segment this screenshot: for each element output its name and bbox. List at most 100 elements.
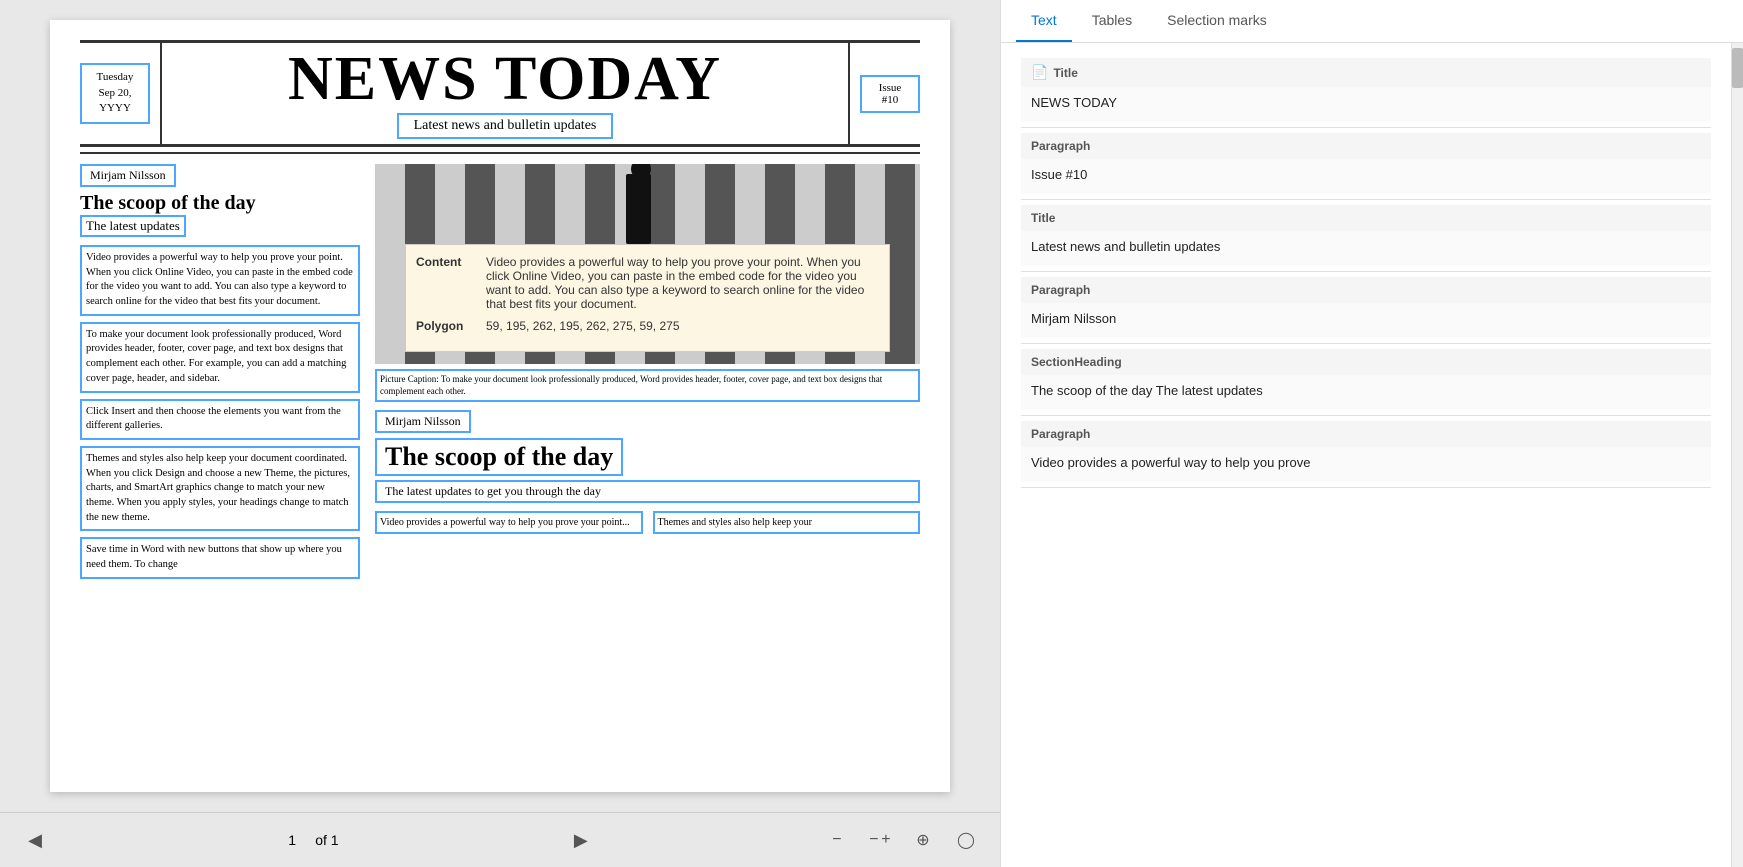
result-value-3: Mirjam Nilsson [1021,303,1711,338]
author1-text: Mirjam Nilsson [90,168,166,182]
panel-scroll[interactable]: 📄 Title NEWS TODAY Paragraph Issue #10 [1001,43,1731,867]
result-text-4: The scoop of the day The latest updates [1031,383,1263,398]
text-block1: Video provides a powerful way to help yo… [80,245,360,316]
author1-box: Mirjam Nilsson [80,164,176,187]
tab-tables-label: Tables [1092,12,1132,28]
tooltip-label2: Polygon [416,319,476,333]
title-center: NEWS TODAY Latest news and bulletin upda… [160,43,850,144]
issue-text: Issue#10 [879,82,902,106]
result-type-4: SectionHeading [1031,355,1122,369]
result-value-0: NEWS TODAY [1021,87,1711,122]
result-section-5: Paragraph Video provides a powerful way … [1021,421,1711,488]
text-block2-content: To make your document look professionall… [86,329,346,384]
tooltip-polygon-row: Polygon 59, 195, 262, 195, 262, 275, 59,… [416,319,879,333]
result-label-1: Paragraph [1021,133,1711,159]
result-section-1: Paragraph Issue #10 [1021,133,1711,200]
tooltip-value1: Video provides a powerful way to help yo… [486,255,879,311]
result-text-1: Issue #10 [1031,167,1087,182]
bottom-right-text: Themes and styles also help keep your [653,511,921,534]
page-info: of 1 [277,832,338,848]
next-page-button[interactable]: ▶ [566,825,596,855]
newspaper-title: NEWS TODAY [167,48,843,110]
tab-selection-marks[interactable]: Selection marks [1152,0,1282,42]
tab-tables[interactable]: Tables [1077,0,1147,42]
result-value-4: The scoop of the day The latest updates [1021,375,1711,410]
tooltip-popup: Content Video provides a powerful way to… [405,244,890,352]
result-value-2: Latest news and bulletin updates [1021,231,1711,266]
tab-text[interactable]: Text [1016,0,1072,42]
date-text: TuesdaySep 20,YYYY [97,71,134,114]
text-block4: Themes and styles also help keep your do… [80,446,360,531]
result-label-5: Paragraph [1021,421,1711,447]
tooltip-label1: Content [416,255,476,311]
text-block1-content: Video provides a powerful way to help yo… [86,252,353,307]
section-sub1: The latest updates [80,215,186,237]
text-block3: Click Insert and then choose the element… [80,399,360,440]
zoom-fit-button[interactable]: ⊕ [909,826,937,854]
tab-text-label: Text [1031,12,1057,28]
result-label-3: Paragraph [1021,277,1711,303]
issue-box: Issue#10 [860,75,920,113]
date-box: TuesdaySep 20,YYYY [80,63,150,123]
right-column: Content Video provides a powerful way to… [375,164,920,585]
zoom-in-button[interactable]: − + [866,826,894,854]
text-block2: To make your document look professionall… [80,322,360,393]
result-type-1: Paragraph [1031,139,1090,153]
right-panel: Text Tables Selection marks 📄 Title NEWS… [1000,0,1743,867]
scrollbar-thumb[interactable] [1732,48,1743,88]
result-text-0: NEWS TODAY [1031,95,1117,110]
result-value-1: Issue #10 [1021,159,1711,194]
panel-right-scroll: 📄 Title NEWS TODAY Paragraph Issue #10 [1001,43,1743,867]
bottom-right-content: Themes and styles also help keep your [658,517,812,528]
result-label-0: 📄 Title [1021,58,1711,87]
content-area: Mirjam Nilsson The scoop of the day The … [80,164,920,585]
text-block4-content: Themes and styles also help keep your do… [86,453,350,523]
result-label-2: Title [1021,205,1711,231]
doc-icon-0: 📄 [1031,64,1048,81]
bottom-left-content: Video provides a powerful way to help yo… [380,517,630,528]
result-type-2: Title [1031,211,1055,225]
result-type-5: Paragraph [1031,427,1090,441]
result-section-2: Title Latest news and bulletin updates [1021,205,1711,272]
tooltip-content-row: Content Video provides a powerful way to… [416,255,879,311]
document-scroll[interactable]: TuesdaySep 20,YYYY NEWS TODAY Latest new… [0,0,1000,812]
section-sub2: The latest updates to get you through th… [375,480,920,503]
bottom-left-text: Video provides a powerful way to help yo… [375,511,643,534]
text-block5: Save time in Word with new buttons that … [80,537,360,578]
author2-text: Mirjam Nilsson [385,414,461,428]
person-legs [626,174,651,244]
picture-caption: Picture Caption: To make your document l… [375,369,920,402]
result-text-5: Video provides a powerful way to help yo… [1031,455,1310,470]
result-value-5: Video provides a powerful way to help yo… [1021,447,1711,482]
zoom-out-button[interactable]: − [823,826,851,854]
zoom-controls: − − + ⊕ ◯ [823,826,980,854]
image-area: Content Video provides a powerful way to… [375,164,920,364]
author2-box: Mirjam Nilsson [375,410,471,433]
result-type-3: Paragraph [1031,283,1090,297]
left-column: Mirjam Nilsson The scoop of the day The … [80,164,360,585]
result-section-3: Paragraph Mirjam Nilsson [1021,277,1711,344]
result-text-2: Latest news and bulletin updates [1031,239,1220,254]
tooltip-value2: 59, 195, 262, 195, 262, 275, 59, 275 [486,319,879,333]
prev-page-button[interactable]: ◀ [20,825,50,855]
result-type-0: Title [1053,66,1077,80]
zoom-help-button[interactable]: ◯ [952,826,980,854]
newspaper-header: TuesdaySep 20,YYYY NEWS TODAY Latest new… [80,40,920,147]
of-label: of 1 [315,832,338,848]
subtitle-box: Latest news and bulletin updates [397,113,614,139]
result-section-4: SectionHeading The scoop of the day The … [1021,349,1711,416]
caption-text: Picture Caption: To make your document l… [380,374,882,396]
page-number-input[interactable] [277,832,307,848]
document-page: TuesdaySep 20,YYYY NEWS TODAY Latest new… [50,20,950,792]
document-viewer: TuesdaySep 20,YYYY NEWS TODAY Latest new… [0,0,1000,867]
result-text-3: Mirjam Nilsson [1031,311,1116,326]
scrollbar-track[interactable] [1731,43,1743,867]
result-label-4: SectionHeading [1021,349,1711,375]
text-block5-content: Save time in Word with new buttons that … [86,544,342,570]
heading2-wrapper: The scoop of the day [375,438,920,480]
section-heading1: The scoop of the day [80,192,360,215]
bottom-row: Video provides a powerful way to help yo… [375,511,920,534]
doc-footer: ◀ of 1 ▶ − − + ⊕ ◯ [0,812,1000,867]
tab-selection-label: Selection marks [1167,12,1267,28]
text-block3-content: Click Insert and then choose the element… [86,406,341,432]
